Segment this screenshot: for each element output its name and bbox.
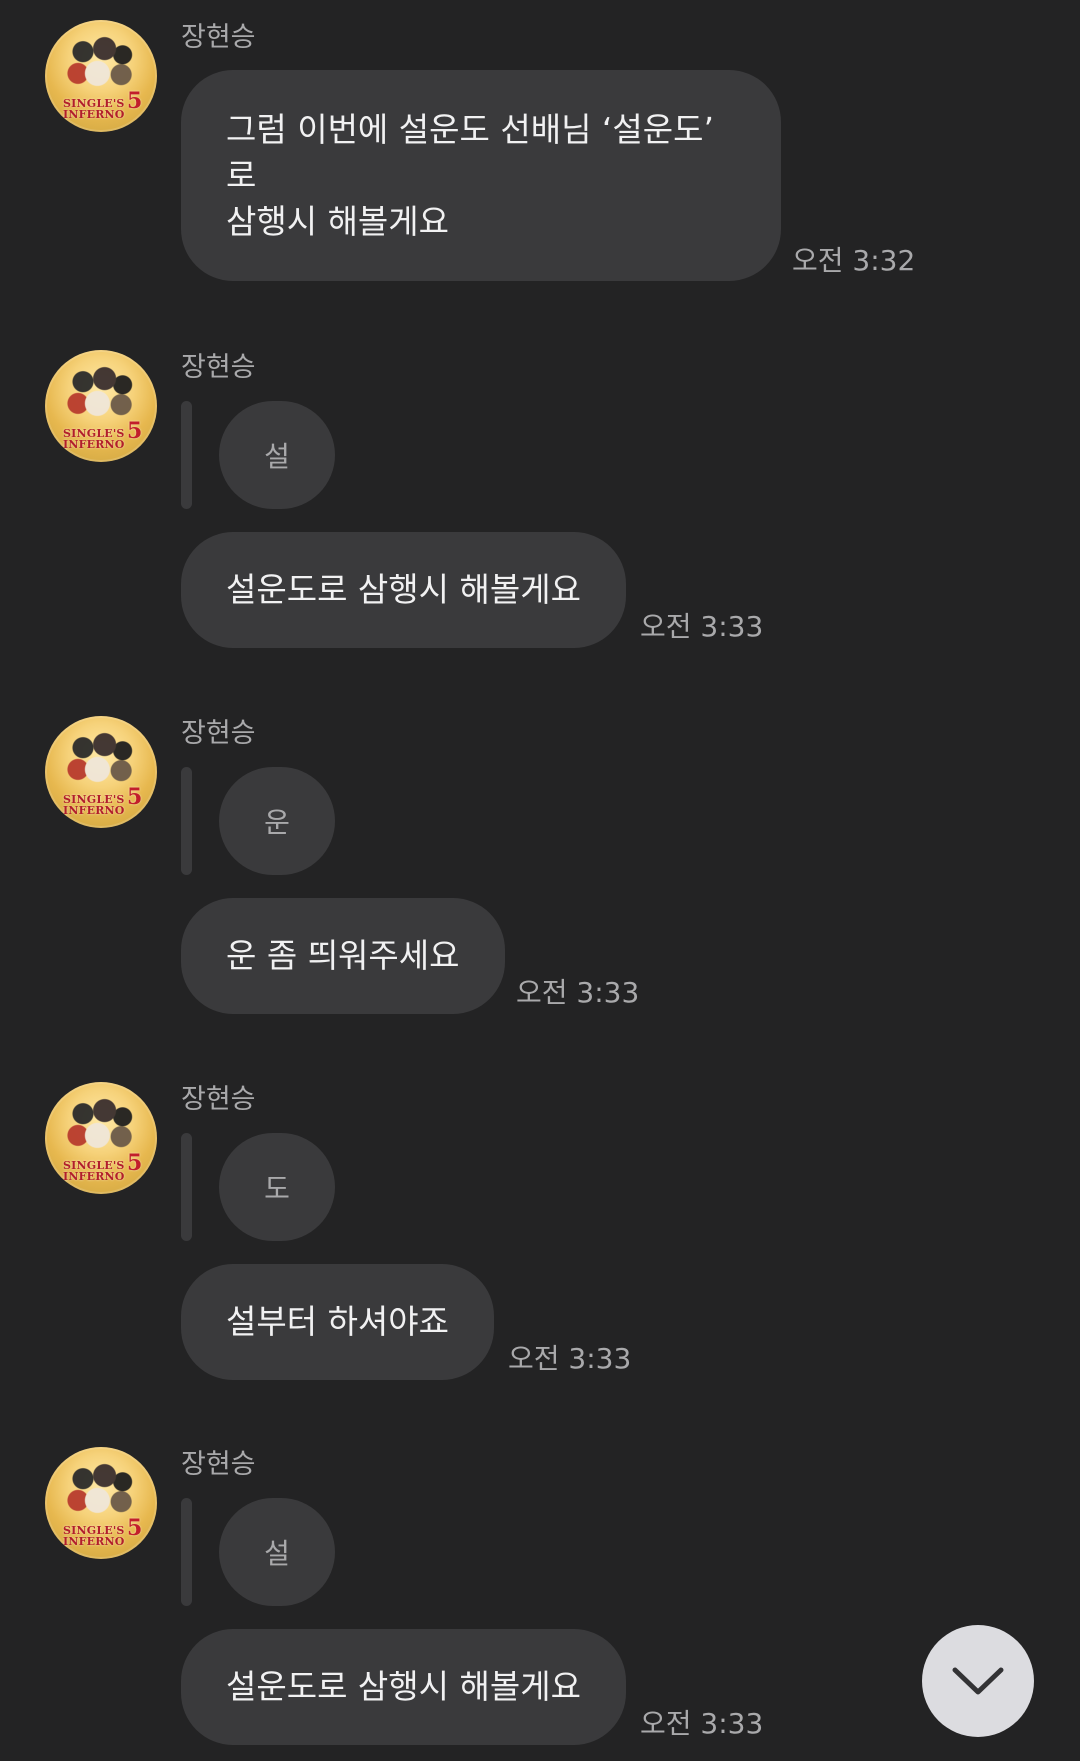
message-text: 운 좀 띄워주세요 [226,936,460,975]
avatar-logo: SINGLE'S INFERNO 5 [63,418,143,451]
reply-quote[interactable]: 운 [219,767,335,875]
avatar-logo: SINGLE'S INFERNO 5 [63,1150,143,1183]
message-text: 설부터 하셔야죠 [226,1302,450,1341]
avatar-photo [65,1092,137,1154]
message-time: 오전 3:33 [508,1342,632,1375]
message-time: 오전 3:32 [792,244,916,277]
reply-quote[interactable]: 도 [219,1133,335,1241]
reply-quote-bar [181,767,192,875]
message-text-line: 로 [226,155,257,195]
message-text: 설운도로 삼행시 해볼게요 [226,570,581,609]
message-time: 오전 3:33 [640,610,764,643]
reply-quote-bar [181,401,192,509]
message-bubble[interactable]: 설운도로 삼행시 해볼게요 [181,1629,626,1745]
avatar-photo [65,360,137,422]
avatar-logo: SINGLE'S INFERNO 5 [63,1515,143,1548]
avatar-logo: SINGLE'S INFERNO 5 [63,784,143,817]
chat-message-list[interactable]: SINGLE'S INFERNO 5 장현승 그럼 이번에 설운도 선배님 ‘설… [0,0,1080,1761]
chevron-down-icon [952,1667,1004,1695]
message-text-line: 그럼 이번에 설운도 선배님 ‘설운도’ [226,109,714,149]
avatar[interactable]: SINGLE'S INFERNO 5 [45,1082,157,1194]
message-bubble[interactable]: 운 좀 띄워주세요 [181,898,505,1014]
avatar[interactable]: SINGLE'S INFERNO 5 [45,20,157,132]
message-time: 오전 3:33 [516,976,640,1009]
message-time: 오전 3:33 [640,1707,764,1740]
sender-name: 장현승 [181,1449,256,1480]
avatar-photo [65,30,137,92]
avatar[interactable]: SINGLE'S INFERNO 5 [45,350,157,462]
sender-name: 장현승 [181,22,256,53]
message-bubble[interactable]: 설부터 하셔야죠 [181,1264,495,1380]
reply-quote[interactable]: 설 [219,1498,335,1606]
avatar-logo: SINGLE'S INFERNO 5 [63,88,143,121]
reply-quote-bar [181,1133,192,1241]
message-text: 설운도로 삼행시 해볼게요 [226,1667,581,1706]
avatar-photo [65,1457,137,1519]
message-bubble[interactable]: 그럼 이번에 설운도 선배님 ‘설운도’ 로 삼행시 해볼게요 [181,70,781,281]
reply-quote[interactable]: 설 [219,401,335,509]
sender-name: 장현승 [181,352,256,383]
avatar[interactable]: SINGLE'S INFERNO 5 [45,1447,157,1559]
sender-name: 장현승 [181,718,256,749]
message-bubble[interactable]: 설운도로 삼행시 해볼게요 [181,532,626,648]
reply-quote-bar [181,1498,192,1606]
avatar-photo [65,726,137,788]
message-text-line: 삼행시 해볼게요 [226,201,450,241]
scroll-to-bottom-button[interactable] [922,1625,1034,1737]
avatar[interactable]: SINGLE'S INFERNO 5 [45,716,157,828]
sender-name: 장현승 [181,1084,256,1115]
